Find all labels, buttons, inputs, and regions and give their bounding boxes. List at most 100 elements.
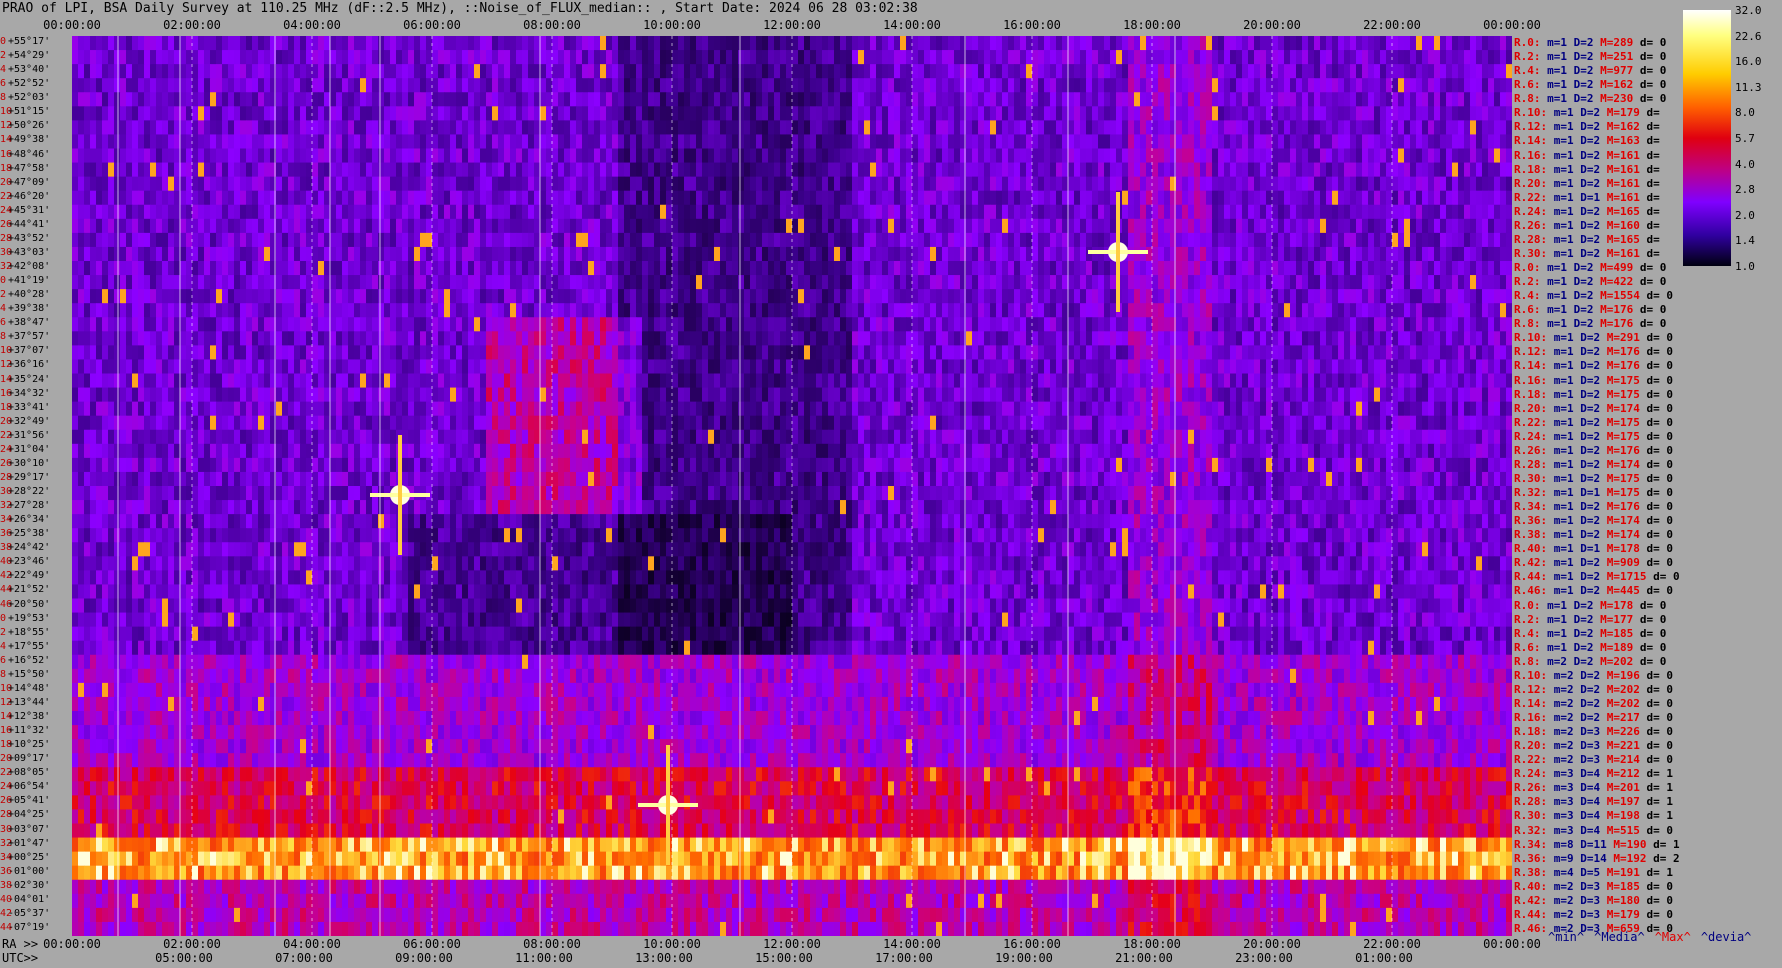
stat-max: M=161 <box>1606 176 1640 190</box>
dec-index: 14 <box>0 134 13 146</box>
dec-index: 20 <box>0 415 13 427</box>
stat-row-label: R.38: <box>1514 865 1548 879</box>
stat-median: D=2 <box>1580 176 1601 190</box>
dec-row: 10+37°07' <box>0 345 50 357</box>
stat-median: D=2 <box>1573 36 1594 49</box>
stat-median: D=2 <box>1580 120 1601 134</box>
stat-row-label: R.10: <box>1514 331 1548 345</box>
dec-index: 26 <box>0 457 13 469</box>
dec-row: 26+30°10' <box>0 458 50 470</box>
stat-row: R.4: m=1 D=2 M=977 d= 0 <box>1514 64 1666 78</box>
dec-row: 14+49°38' <box>0 134 50 146</box>
dec-label: -04°01' <box>8 893 51 905</box>
stat-row: R.10: m=1 D=2 M=291 d= 0 <box>1514 331 1673 345</box>
stat-deviation: d= 0 <box>1646 457 1674 471</box>
ra-axis: 00:00:00 02:00:00 04:00:00 06:00:00 08:00:00… <box>0 937 1541 951</box>
dec-label: +44°41' <box>8 218 51 230</box>
stat-min: m=1 <box>1553 443 1574 457</box>
stat-row-label: R.24: <box>1514 767 1548 781</box>
dec-index: 26 <box>0 795 13 807</box>
dec-row: 44-07°19' <box>0 922 50 934</box>
stat-min: m=2 <box>1553 753 1574 767</box>
stat-row: R.8: m=2 D=2 M=202 d= 0 <box>1514 655 1666 669</box>
stat-row: R.44: m=2 D=3 M=179 d= 0 <box>1514 908 1673 922</box>
stat-row: R.22: m=1 D=2 M=175 d= 0 <box>1514 416 1673 430</box>
stat-row: R.18: m=1 D=2 M=161 d= <box>1514 163 1660 177</box>
stat-row: R.26: m=1 D=2 M=176 d= 0 <box>1514 444 1673 458</box>
stat-deviation: d= <box>1646 120 1660 134</box>
stat-row-label: R.10: <box>1514 668 1548 682</box>
dec-label: +38°47' <box>8 317 51 329</box>
dec-index: 0 <box>0 275 7 287</box>
stat-median: D=2 <box>1580 443 1601 457</box>
utc-tick-label: 05:00:00 <box>155 951 213 965</box>
stat-median: D=2 <box>1580 528 1601 542</box>
stat-min: m=1 <box>1553 120 1574 134</box>
stat-max: M=176 <box>1600 303 1634 317</box>
stat-max: M=165 <box>1606 204 1640 218</box>
stat-row-label: R.8: <box>1514 654 1541 668</box>
dec-index: 8 <box>0 92 7 104</box>
colorbar-tick-label: 22.6 <box>1735 29 1762 43</box>
dec-row: 18+33°41' <box>0 402 50 414</box>
dec-index: 32 <box>0 261 13 272</box>
stat-median: D=3 <box>1580 893 1601 907</box>
stat-row: R.30: m=1 D=2 M=175 d= 0 <box>1514 472 1673 486</box>
stat-median: D=2 <box>1580 232 1601 246</box>
stat-row: R.24: m=3 D=4 M=212 d= 1 <box>1514 767 1673 781</box>
stat-min: m=2 <box>1553 879 1574 893</box>
dec-row: 36-01°00' <box>0 866 50 878</box>
dec-label: +13°44' <box>8 696 51 708</box>
stat-min: m=2 <box>1547 654 1567 668</box>
dec-label: +05°41' <box>8 795 51 807</box>
stat-median: D=2 <box>1573 654 1594 668</box>
dec-row: 34+00°25' <box>0 852 50 864</box>
dec-index: 36 <box>0 528 13 540</box>
stat-row-label: R.16: <box>1514 373 1548 387</box>
colorbar <box>1683 10 1731 266</box>
stat-deviation: d= 0 <box>1646 486 1674 499</box>
dec-index: 34 <box>0 851 13 863</box>
dec-label: +04°25' <box>8 809 51 821</box>
stat-min: m=1 <box>1547 78 1567 92</box>
stat-min: m=1 <box>1547 275 1567 289</box>
colorbar-tick-label: 2.0 <box>1735 208 1755 222</box>
stat-row-label: R.0: <box>1514 261 1541 274</box>
ra-tick-label: 00:00:00 <box>1483 937 1541 951</box>
stat-max: M=217 <box>1606 711 1640 724</box>
stat-deviation: d= 0 <box>1646 907 1674 921</box>
dec-row: 22+46°20' <box>0 191 50 203</box>
dec-index: 2 <box>0 50 7 62</box>
stat-min: m=1 <box>1553 204 1574 218</box>
dec-label: +30°10' <box>8 457 51 469</box>
dec-index: 38 <box>0 879 13 891</box>
stat-row-label: R.16: <box>1514 148 1548 162</box>
dec-index: 24 <box>0 204 13 216</box>
stat-median: D=2 <box>1580 584 1601 598</box>
dec-row: 32+42°08' <box>0 261 50 273</box>
dec-label: +23°46' <box>8 556 51 568</box>
dec-row: 22+08°05' <box>0 767 50 779</box>
dec-label: +25°38' <box>8 528 51 540</box>
colorbar-tick-label: 8.0 <box>1735 106 1755 120</box>
statistics-panel: R.0: m=1 D=2 M=289 d= 0 R.2: m=1 D=2 M=25… <box>1514 36 1684 936</box>
dec-row: 38+24°42' <box>0 542 50 554</box>
dec-row: 30+43°03' <box>0 247 50 259</box>
stat-row: R.2: m=1 D=2 M=177 d= 0 <box>1514 613 1666 627</box>
stat-median: D=3 <box>1580 907 1601 921</box>
dec-row: 2 +54°29' <box>0 50 50 62</box>
colorbar-tick-label: 1.0 <box>1735 260 1755 273</box>
stat-row-label: R.28: <box>1514 457 1548 471</box>
dec-row: 46+20°50' <box>0 599 50 611</box>
stat-median: D=2 <box>1580 556 1601 570</box>
top-tick-label: 20:00:00 <box>1243 18 1301 32</box>
stat-row-label: R.32: <box>1514 823 1548 837</box>
dec-row: 4 +53°40' <box>0 64 50 76</box>
dec-row: 40+23°46' <box>0 556 50 568</box>
stat-row: R.12: m=1 D=2 M=176 d= 0 <box>1514 345 1673 359</box>
stat-row: R.42: m=1 D=2 M=909 d= 0 <box>1514 556 1673 570</box>
dec-index: 44 <box>0 921 13 933</box>
stat-median: D=2 <box>1580 134 1601 148</box>
stat-min: m=3 <box>1553 795 1574 809</box>
stat-row-label: R.12: <box>1514 345 1548 359</box>
